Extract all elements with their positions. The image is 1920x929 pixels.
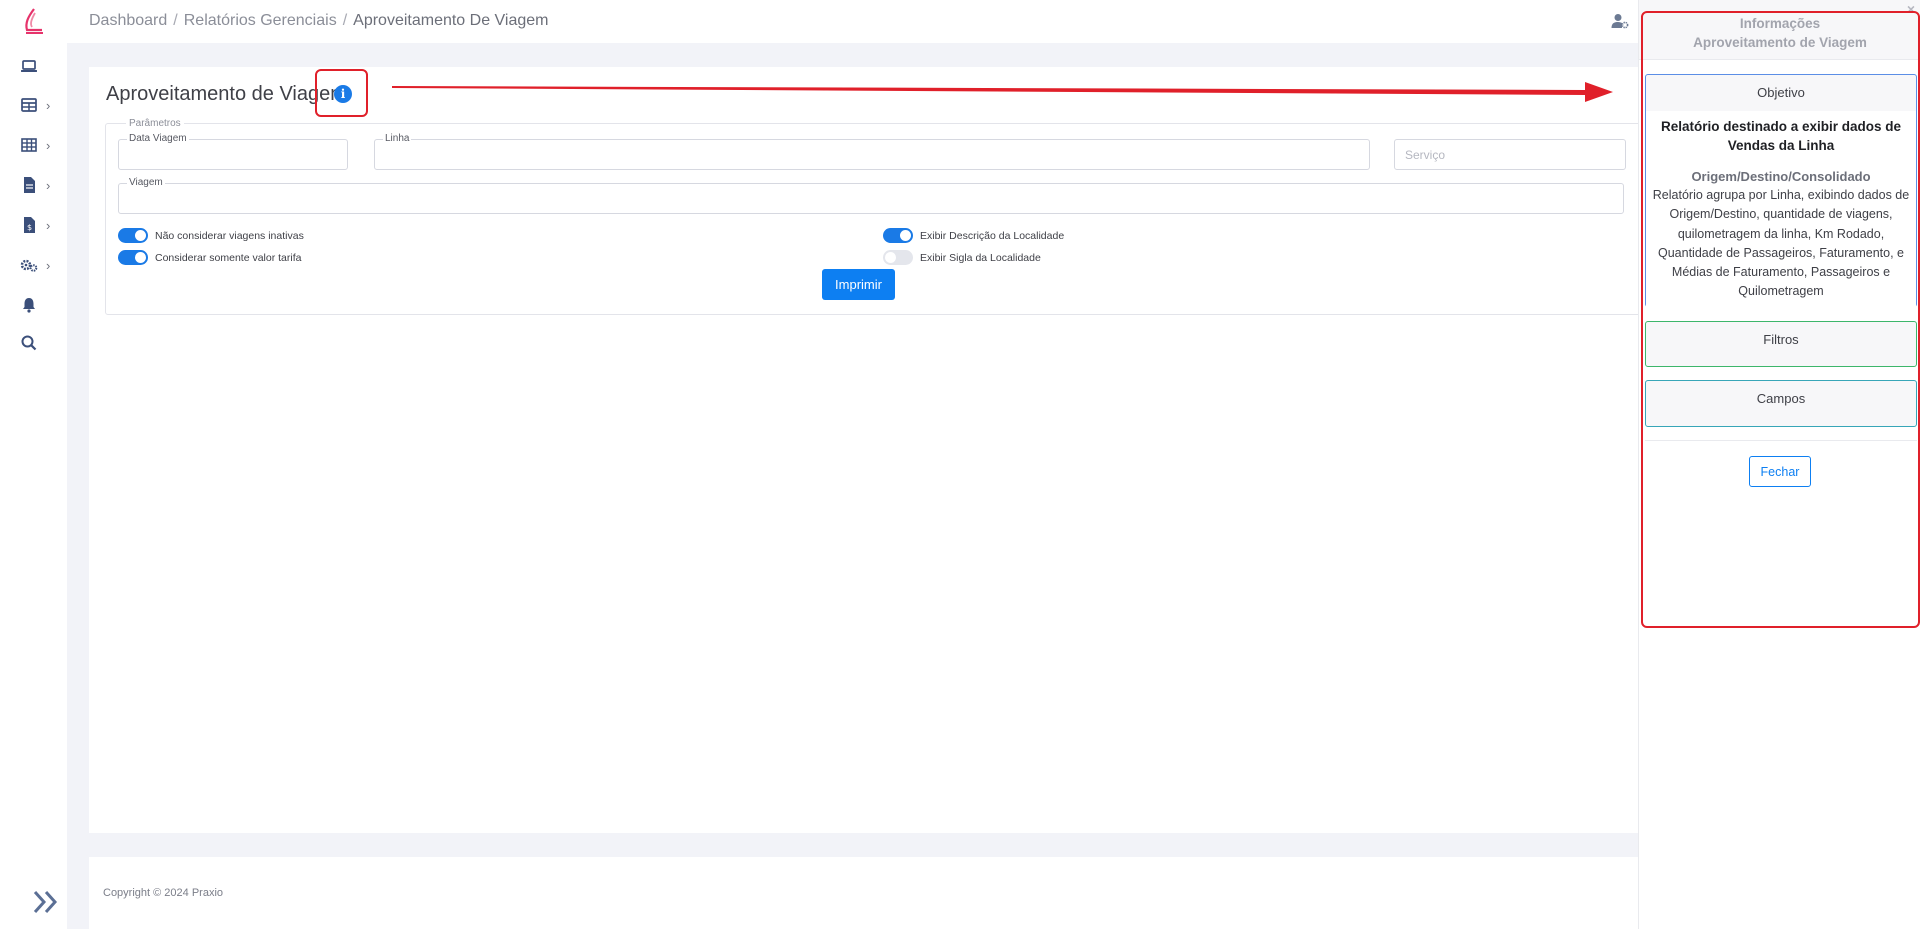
- user-settings-icon[interactable]: [1611, 13, 1629, 29]
- annotation-arrow: [392, 82, 1613, 102]
- sidebar-item-settings[interactable]: ›: [20, 253, 60, 277]
- viagem-input[interactable]: [119, 184, 1623, 213]
- breadcrumb-separator: /: [173, 12, 178, 29]
- breadcrumb-dashboard[interactable]: Dashboard: [89, 12, 167, 30]
- toggle-label: Não considerar viagens inativas: [155, 229, 304, 242]
- toggle-considerar-valor-tarifa[interactable]: Considerar somente valor tarifa: [118, 250, 301, 265]
- report-card: Aproveitamento de Viagem i Parâmetros Da…: [89, 67, 1645, 833]
- invoice-icon: $: [24, 217, 35, 233]
- toggle-label: Considerar somente valor tarifa: [155, 251, 302, 264]
- file-icon: [24, 177, 35, 193]
- print-button[interactable]: Imprimir: [822, 269, 895, 300]
- toggle-switch[interactable]: [118, 250, 148, 265]
- parameters-legend: Parâmetros: [126, 118, 184, 129]
- viagem-field[interactable]: Viagem: [118, 177, 1624, 214]
- linha-label: Linha: [383, 133, 412, 144]
- laptop-icon: [21, 60, 37, 72]
- toggle-exibir-descricao-localidade[interactable]: Exibir Descrição da Localidade: [883, 228, 1064, 243]
- praxio-logo[interactable]: [22, 8, 46, 36]
- toggle-switch[interactable]: [118, 228, 148, 243]
- expand-sidebar-icon[interactable]: [32, 888, 62, 916]
- svg-text:$: $: [27, 223, 32, 232]
- servico-input[interactable]: [1395, 140, 1625, 169]
- chevron-right-icon: ›: [46, 177, 51, 193]
- toggle-label: Exibir Sigla da Localidade: [920, 251, 1041, 264]
- copyright-text: Copyright © 2024 Praxio: [103, 887, 224, 899]
- toggle-nao-considerar-inativas[interactable]: Não considerar viagens inativas: [118, 228, 304, 243]
- data-viagem-field[interactable]: Data Viagem: [118, 133, 348, 170]
- sidebar-item-search[interactable]: [20, 331, 60, 355]
- annotation-highlight-box: [315, 69, 368, 117]
- search-icon: [21, 335, 37, 351]
- sidebar-item-finance[interactable]: $ ›: [20, 213, 60, 237]
- breadcrumb: Dashboard / Relatórios Gerenciais / Apro…: [89, 12, 549, 30]
- toggle-exibir-sigla-localidade[interactable]: Exibir Sigla da Localidade: [883, 250, 1041, 265]
- toggle-label: Exibir Descrição da Localidade: [920, 229, 1065, 242]
- breadcrumb-separator: /: [342, 12, 348, 29]
- page-title: Aproveitamento de Viagem: [106, 83, 347, 105]
- linha-field[interactable]: Linha: [374, 133, 1370, 170]
- data-viagem-label: Data Viagem: [127, 133, 189, 144]
- chevron-right-icon: ›: [46, 217, 51, 233]
- chevron-right-icon: ›: [46, 97, 51, 113]
- sidebar-item-notifications[interactable]: [20, 293, 60, 317]
- viagem-label: Viagem: [127, 177, 165, 188]
- toggle-switch[interactable]: [883, 250, 913, 265]
- bell-icon: [23, 298, 35, 313]
- sidebar-item-grid[interactable]: ›: [20, 133, 60, 157]
- gears-icon: [20, 259, 38, 272]
- table-icon: [21, 98, 37, 112]
- left-sidebar: › › › $ › ›: [0, 0, 67, 929]
- chevron-right-icon: ›: [46, 257, 51, 273]
- sidebar-item-tables[interactable]: ›: [20, 93, 60, 117]
- sidebar-item-dashboard[interactable]: [20, 54, 60, 78]
- toggle-switch[interactable]: [883, 228, 913, 243]
- footer: Copyright © 2024 Praxio: [89, 857, 1638, 929]
- annotation-panel-box: [1641, 11, 1920, 628]
- breadcrumb-relatorios[interactable]: Relatórios Gerenciais: [184, 12, 337, 30]
- servico-field[interactable]: [1394, 139, 1626, 170]
- chevron-right-icon: ›: [46, 137, 51, 153]
- sidebar-item-reports[interactable]: ›: [20, 173, 60, 197]
- linha-input[interactable]: [375, 140, 1369, 169]
- data-viagem-input[interactable]: [119, 140, 347, 169]
- grid-icon: [21, 138, 37, 152]
- breadcrumb-current: Aproveitamento De Viagem: [353, 12, 549, 29]
